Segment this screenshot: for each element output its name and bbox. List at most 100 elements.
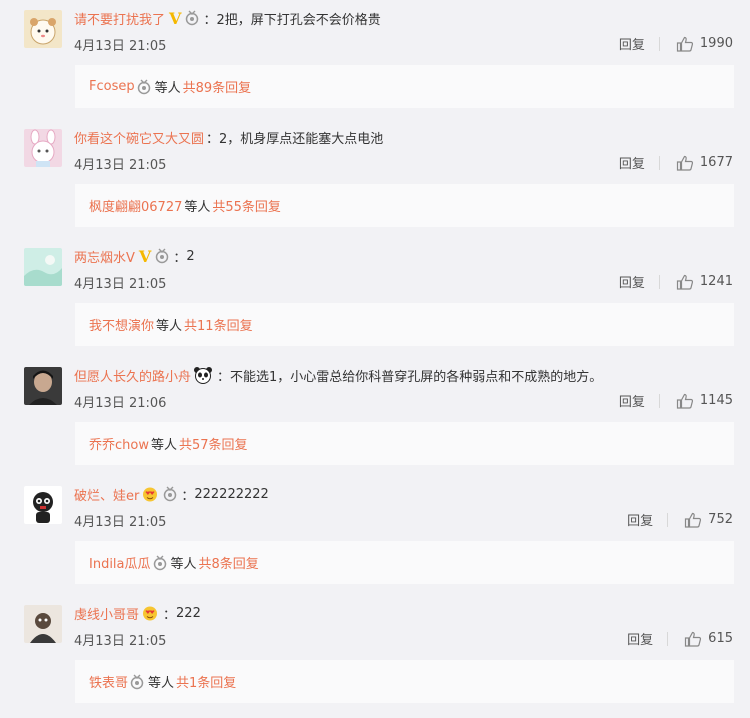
comment-text: 2把，屏下打孔会不会价格贵 xyxy=(216,12,381,28)
reply-username[interactable]: 铁表哥 xyxy=(89,672,128,691)
view-replies-link[interactable]: 共55条回复 xyxy=(212,196,281,215)
verified-v-icon: V xyxy=(138,246,152,266)
view-replies-link[interactable]: 共57条回复 xyxy=(179,434,248,453)
reply-username[interactable]: 乔乔chow xyxy=(89,434,149,453)
colon: ： xyxy=(173,250,187,266)
medal-icon xyxy=(164,486,177,502)
thumb-up-icon xyxy=(676,393,693,409)
comment-item: 两忘烟水V V ： 2 4月13日 21:05 回复 1241 我不想演你 等人… xyxy=(0,238,750,357)
like-button[interactable]: 1241 xyxy=(676,274,733,290)
like-count: 1241 xyxy=(699,274,733,289)
like-count: 1990 xyxy=(699,36,733,51)
reply-etc: 等人 xyxy=(184,200,211,215)
divider xyxy=(658,393,660,408)
comment-item: 请不要打扰我了 V ： 2把，屏下打孔会不会价格贵 4月13日 21:05 回复… xyxy=(0,0,750,119)
medal-icon xyxy=(153,555,166,570)
avatar[interactable] xyxy=(24,605,62,643)
divider xyxy=(658,274,660,289)
comment-item: 破烂、娃er ： 222222222 4月13日 21:05 回复 752 In… xyxy=(0,476,750,595)
comment-time: 4月13日 21:06 xyxy=(74,396,167,411)
reply-summary: 铁表哥 等人 共1条回复 xyxy=(75,660,734,703)
divider xyxy=(658,155,660,170)
heart-eyes-emoji-icon xyxy=(143,487,158,502)
colon: ： xyxy=(217,369,231,385)
comment-time: 4月13日 21:05 xyxy=(74,515,167,530)
reply-button[interactable]: 回复 xyxy=(619,153,645,172)
comment-username[interactable]: 你看这个碗它又大又圆 xyxy=(74,128,204,147)
comment-text: 222222222 xyxy=(194,486,269,502)
thumb-up-icon xyxy=(676,36,693,52)
like-button[interactable]: 752 xyxy=(684,512,733,528)
view-replies-link[interactable]: 共8条回复 xyxy=(199,553,259,572)
comment-item: 但愿人长久的路小舟 ： 不能选1，小心雷总给你科普穿孔屏的各种弱点和不成熟的地方… xyxy=(0,357,750,476)
avatar[interactable] xyxy=(24,129,62,167)
reply-etc: 等人 xyxy=(148,676,175,691)
comment-time: 4月13日 21:05 xyxy=(74,39,167,54)
reply-username[interactable]: 我不想演你 xyxy=(89,315,154,334)
colon: ： xyxy=(163,607,177,623)
like-button[interactable]: 1990 xyxy=(676,36,733,52)
view-replies-link[interactable]: 共11条回复 xyxy=(184,315,253,334)
comment-item: 你看这个碗它又大又圆 ： 2，机身厚点还能塞大点电池 4月13日 21:05 回… xyxy=(0,119,750,238)
reply-username[interactable]: 枫度翩翩06727 xyxy=(89,196,182,215)
colon: ： xyxy=(181,488,195,504)
comment-time: 4月13日 21:05 xyxy=(74,277,167,292)
avatar[interactable] xyxy=(24,10,62,48)
reply-username[interactable]: Indila瓜瓜 xyxy=(89,553,151,572)
reply-summary: 我不想演你 等人 共11条回复 xyxy=(75,303,734,346)
reply-summary: Fcosep 等人 共89条回复 xyxy=(75,65,734,108)
thumb-up-icon xyxy=(685,631,702,647)
colon: ： xyxy=(206,131,220,147)
verified-v-icon: V xyxy=(169,8,182,28)
reply-button[interactable]: 回复 xyxy=(619,272,645,291)
view-replies-link[interactable]: 共1条回复 xyxy=(176,672,236,691)
comment-page: { "comments": [ { "username": "请不要打扰我了",… xyxy=(0,0,750,718)
panda-icon xyxy=(194,367,213,384)
colon: ： xyxy=(203,12,217,28)
like-count: 1145 xyxy=(699,393,733,408)
like-count: 1677 xyxy=(699,155,733,170)
comment-username[interactable]: 两忘烟水V xyxy=(74,247,135,266)
reply-button[interactable]: 回复 xyxy=(619,34,645,53)
divider xyxy=(658,36,660,51)
thumb-up-icon xyxy=(676,274,693,290)
comment-time: 4月13日 21:05 xyxy=(74,158,167,173)
comment-text: 2 xyxy=(186,248,195,264)
view-replies-link[interactable]: 共89条回复 xyxy=(183,77,252,96)
reply-username[interactable]: Fcosep xyxy=(89,79,135,94)
medal-icon xyxy=(186,10,199,26)
reply-button[interactable]: 回复 xyxy=(627,510,653,529)
medal-icon xyxy=(137,79,150,94)
comment-username[interactable]: 但愿人长久的路小舟 xyxy=(74,366,191,385)
heart-eyes-emoji-icon xyxy=(143,606,158,621)
comment-username[interactable]: 虔线小哥哥 xyxy=(74,604,139,623)
reply-summary: 乔乔chow 等人 共57条回复 xyxy=(75,422,734,465)
reply-button[interactable]: 回复 xyxy=(627,629,653,648)
thumb-up-icon xyxy=(676,155,693,171)
comment-item: 虔线小哥哥 ： 222 4月13日 21:05 回复 615 铁表哥 等人 共1… xyxy=(0,595,750,714)
like-button[interactable]: 1145 xyxy=(676,393,733,409)
like-count: 752 xyxy=(708,512,733,527)
comment-username[interactable]: 请不要打扰我了 xyxy=(74,9,165,28)
like-count: 615 xyxy=(708,631,733,646)
avatar[interactable] xyxy=(24,248,62,286)
avatar[interactable] xyxy=(24,367,62,405)
reply-etc: 等人 xyxy=(156,319,183,334)
reply-button[interactable]: 回复 xyxy=(619,391,645,410)
reply-etc: 等人 xyxy=(170,557,197,572)
thumb-up-icon xyxy=(685,512,702,528)
avatar[interactable] xyxy=(24,486,62,524)
comment-text: 222 xyxy=(176,605,201,621)
comment-username[interactable]: 破烂、娃er xyxy=(74,485,139,504)
comment-time: 4月13日 21:05 xyxy=(74,634,167,649)
reply-summary: Indila瓜瓜 等人 共8条回复 xyxy=(75,541,734,584)
medal-icon xyxy=(156,248,169,264)
like-button[interactable]: 1677 xyxy=(676,155,733,171)
comment-text: 不能选1，小心雷总给你科普穿孔屏的各种弱点和不成熟的地方。 xyxy=(230,369,603,385)
medal-icon xyxy=(130,674,144,689)
divider xyxy=(667,631,669,646)
reply-summary: 枫度翩翩06727 等人 共55条回复 xyxy=(75,184,734,227)
comment-text: 2，机身厚点还能塞大点电池 xyxy=(219,131,384,147)
like-button[interactable]: 615 xyxy=(684,631,733,647)
divider xyxy=(667,512,669,527)
